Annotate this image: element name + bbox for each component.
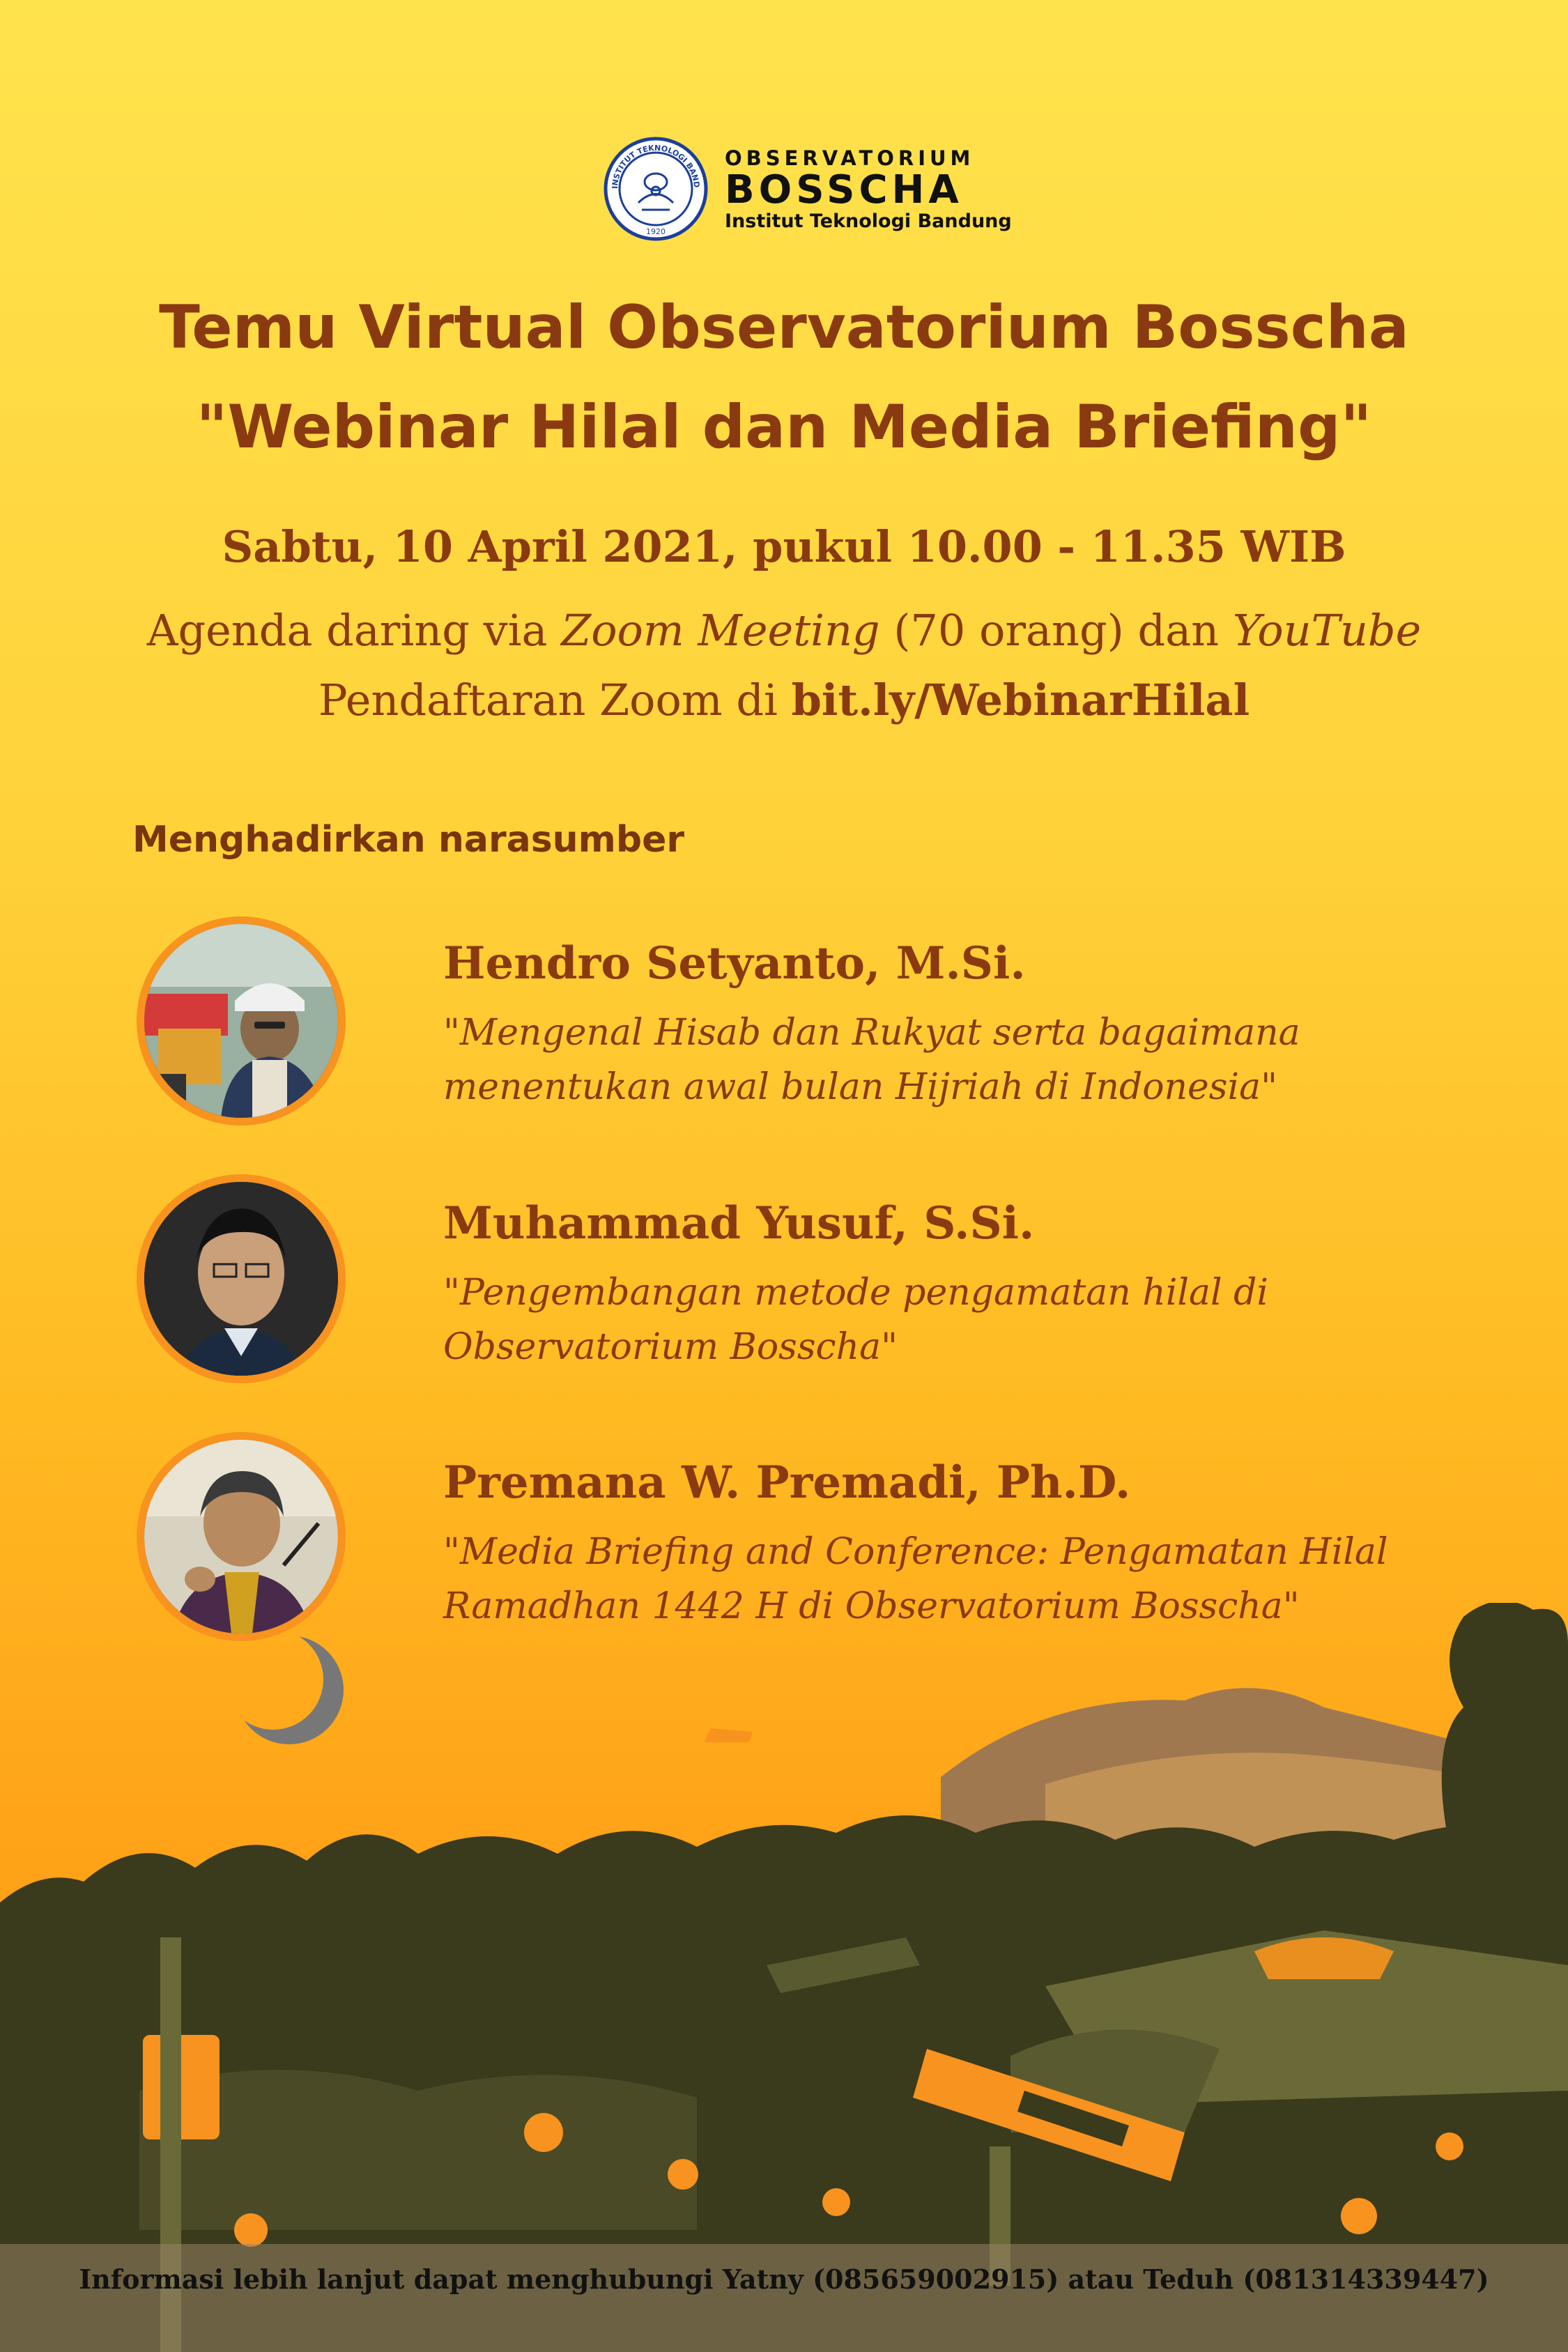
logo: INSTITUT TEKNOLOGI BANDUNG 1920 OBSERVAT… xyxy=(604,137,1012,241)
speaker-2-portrait-icon xyxy=(144,1182,338,1376)
speaker-2-topic: "Pengembangan metode pengamatan hilal di… xyxy=(443,1266,1502,1374)
poster: INSTITUT TEKNOLOGI BANDUNG 1920 OBSERVAT… xyxy=(0,0,1568,2352)
speakers-heading: Menghadirkan narasumber xyxy=(132,819,684,861)
speaker-3-name: Premana W. Premadi, Ph.D. xyxy=(443,1456,1131,1509)
landscape-illustration xyxy=(0,1603,1568,2352)
seal-year: 1920 xyxy=(646,227,666,236)
event-title: Temu Virtual Observatorium Bosscha xyxy=(159,293,1409,362)
agenda-prefix: Agenda daring via xyxy=(146,605,562,656)
logo-institution: Institut Teknologi Bandung xyxy=(725,210,1012,232)
contact-info: Informasi lebih lanjut dapat menghubungi… xyxy=(79,2263,1489,2295)
speaker-3-topic-line1: "Media Briefing and Conference: Pengamat… xyxy=(443,1531,1388,1573)
logo-observatorium: OBSERVATORIUM xyxy=(725,146,975,170)
logo-bosscha: BOSSCHA xyxy=(725,167,963,213)
footer-bar xyxy=(0,2244,1568,2352)
registration-link[interactable]: bit.ly/WebinarHilal xyxy=(792,675,1250,725)
event-date: Sabtu, 10 April 2021, pukul 10.00 - 11.3… xyxy=(222,521,1346,572)
speaker-1-portrait-icon xyxy=(144,924,338,1118)
speaker-1-topic-line1: "Mengenal Hisab dan Rukyat serta bagaima… xyxy=(443,1012,1300,1054)
event-agenda: Agenda daring via Zoom Meeting (70 orang… xyxy=(0,605,1568,656)
speaker-1-topic-line2: menentukan awal bulan Hijriah di Indones… xyxy=(443,1066,1278,1108)
speaker-2-photo xyxy=(137,1174,346,1383)
speaker-1-topic: "Mengenal Hisab dan Rukyat serta bagaima… xyxy=(443,1006,1502,1114)
agenda-mid: (70 orang) dan xyxy=(879,605,1233,656)
agenda-zoom: Zoom Meeting xyxy=(561,605,880,656)
speaker-2-topic-line1: "Pengembangan metode pengamatan hilal di xyxy=(443,1272,1269,1314)
event-subtitle: "Webinar Hilal dan Media Briefing" xyxy=(196,392,1372,462)
registration-info: Pendaftaran Zoom di bit.ly/WebinarHilal xyxy=(0,675,1568,725)
speaker-1-photo xyxy=(137,916,346,1125)
agenda-youtube: YouTube xyxy=(1232,605,1422,656)
register-prefix: Pendaftaran Zoom di xyxy=(318,675,792,725)
logo-text: OBSERVATORIUM BOSSCHA Institut Teknologi… xyxy=(725,146,1012,232)
itb-seal-icon: INSTITUT TEKNOLOGI BANDUNG 1920 xyxy=(604,137,708,241)
speaker-2-topic-line2: Observatorium Bosscha" xyxy=(443,1326,898,1368)
speaker-1-name: Hendro Setyanto, M.Si. xyxy=(443,937,1026,990)
speaker-2-name: Muhammad Yusuf, S.Si. xyxy=(443,1197,1035,1250)
